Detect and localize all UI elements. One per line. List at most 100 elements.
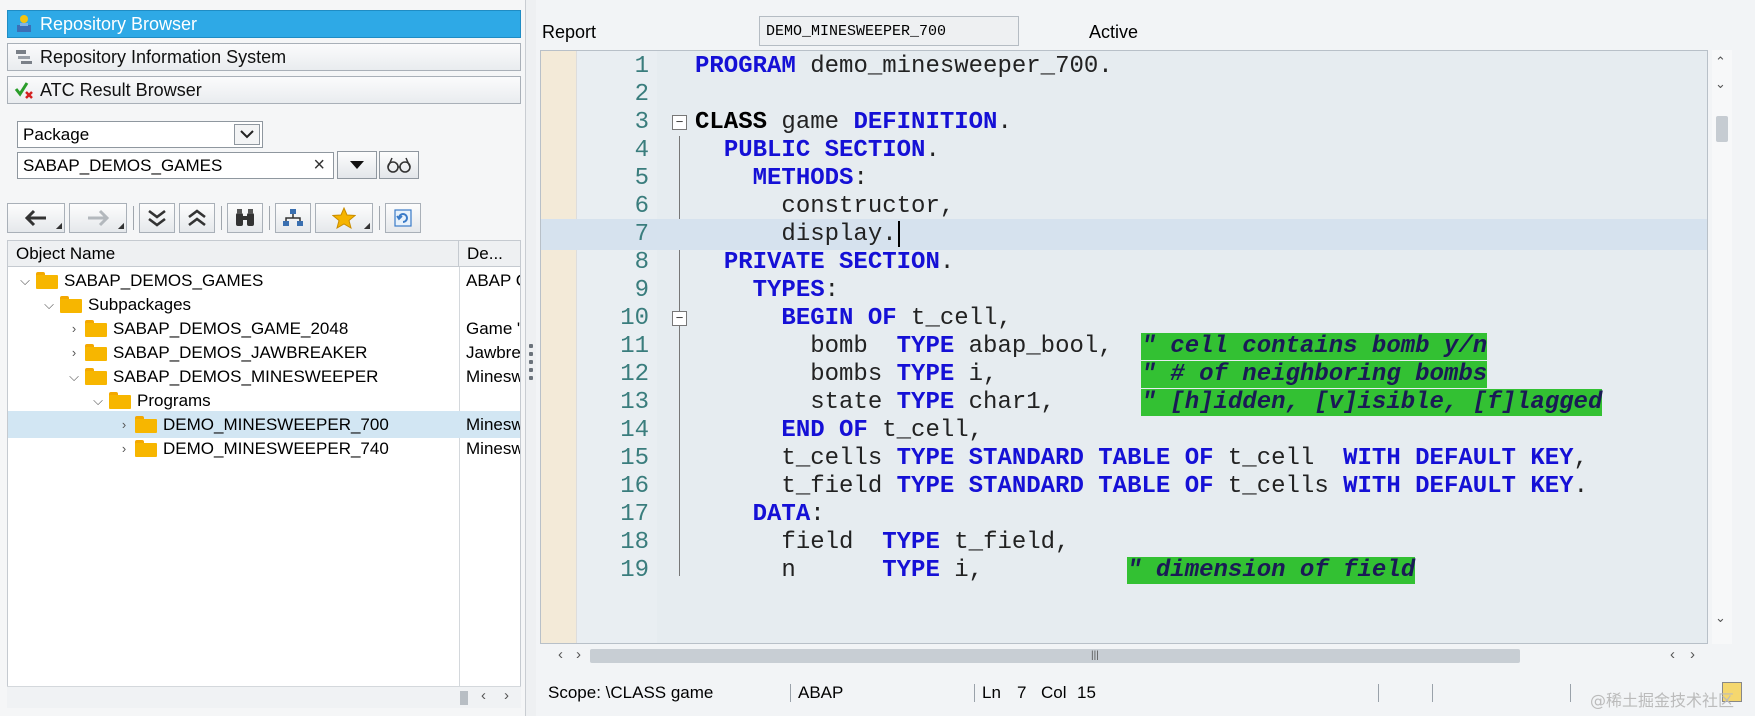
scroll-right-icon[interactable]: › — [576, 646, 581, 663]
atc-result-browser-button[interactable]: ATC Result Browser — [7, 76, 521, 104]
tree-row-selected[interactable]: › DEMO_MINESWEEPER_700 Minesw — [8, 411, 520, 438]
code-line[interactable]: 2 — [541, 79, 1707, 110]
scroll-right-end-icon[interactable]: › — [1690, 646, 1695, 663]
scroll-up-icon[interactable]: ⌃ — [1715, 54, 1726, 70]
favorites-button[interactable]: ◢ — [315, 203, 373, 233]
folder-open-icon — [109, 392, 131, 409]
object-type-value: Package — [23, 124, 90, 144]
tree-row[interactable]: ⌵ Subpackages — [8, 291, 520, 318]
object-header: Report DEMO_MINESWEEPER_700 Active — [536, 14, 1755, 50]
scroll-left-icon[interactable]: ‹ — [481, 687, 486, 704]
code-line[interactable]: 16 t_field TYPE STANDARD TABLE OF t_cell… — [541, 471, 1707, 502]
object-name-field[interactable]: DEMO_MINESWEEPER_700 — [759, 16, 1019, 46]
folder-icon — [135, 440, 157, 457]
scroll-right-icon[interactable]: › — [504, 687, 509, 704]
editor-status-bar: Scope: \CLASS game ABAP Ln 7 Col 15 — [536, 678, 1755, 708]
tree-row[interactable]: › SABAP_DEMOS_JAWBREAKER Jawbrea — [8, 339, 520, 366]
refresh-button[interactable] — [385, 203, 421, 233]
tree-row-label: SABAP_DEMOS_GAME_2048 — [113, 318, 349, 338]
code-line[interactable]: 11 bomb TYPE abap_bool, " cell contains … — [541, 331, 1707, 362]
code-line[interactable]: 5 METHODS: — [541, 163, 1707, 194]
chevron-right-icon[interactable]: › — [117, 417, 131, 432]
scroll-left-end-icon[interactable]: ‹ — [1670, 646, 1675, 663]
tree-row-description: ABAP G — [466, 270, 520, 290]
chevron-right-icon[interactable]: › — [117, 441, 131, 456]
code-editor[interactable]: 1 PROGRAM demo_minesweeper_700. 2 3 − CL… — [540, 50, 1708, 644]
scroll-bottom-down-icon[interactable]: ⌄ — [1715, 610, 1726, 626]
scroll-thumb[interactable] — [1716, 116, 1728, 142]
clear-icon[interactable]: × — [313, 154, 325, 177]
tree-row-description: Minesw — [466, 366, 520, 386]
repository-info-system-button[interactable]: Repository Information System — [7, 43, 521, 71]
code-line-current[interactable]: 7 display. — [541, 219, 1707, 251]
object-status: Active — [1089, 22, 1139, 42]
folder-icon — [85, 344, 107, 361]
editor-horizontal-scrollbar[interactable]: ‹ › ||| ‹ › — [540, 646, 1708, 666]
code-line[interactable]: 6 constructor, — [541, 191, 1707, 222]
code-line[interactable]: 9 TYPES: — [541, 275, 1707, 306]
folder-open-icon — [85, 368, 107, 385]
chevron-right-icon[interactable]: › — [67, 321, 81, 336]
code-line[interactable]: 4 PUBLIC SECTION. — [541, 135, 1707, 166]
find-button[interactable] — [227, 203, 263, 233]
object-type-dropdown[interactable]: Package — [17, 121, 263, 148]
chevron-down-icon[interactable]: ⌵ — [18, 273, 32, 289]
object-type-label: Report — [542, 22, 597, 42]
object-tree: ⌵ SABAP_DEMOS_GAMES ABAP G ⌵ Subpackages… — [7, 267, 521, 707]
code-line[interactable]: 12 bombs TYPE i, " # of neighboring bomb… — [541, 359, 1707, 390]
panel-splitter[interactable] — [526, 0, 536, 716]
atc-result-browser-label: ATC Result Browser — [40, 79, 202, 100]
display-button[interactable] — [379, 151, 419, 179]
back-button[interactable]: ◢ — [7, 203, 65, 233]
tree-row[interactable]: ⌵ SABAP_DEMOS_GAMES ABAP G — [8, 267, 520, 294]
hierarchy-button[interactable] — [275, 203, 311, 233]
tree-row-label: SABAP_DEMOS_JAWBREAKER — [113, 342, 368, 362]
binoculars-icon — [236, 209, 254, 226]
code-line[interactable]: 8 PRIVATE SECTION. — [541, 247, 1707, 278]
expand-all-button[interactable] — [139, 203, 175, 233]
collapse-all-button[interactable] — [179, 203, 215, 233]
column-header-description[interactable]: De... — [459, 241, 503, 266]
scroll-left-icon[interactable]: ‹ — [558, 646, 563, 663]
tree-row[interactable]: › DEMO_MINESWEEPER_740 Minesw — [8, 435, 520, 462]
tree-row-label: DEMO_MINESWEEPER_700 — [163, 414, 389, 434]
editor-vertical-scrollbar[interactable]: ⌃ ⌄ ⌄ — [1712, 50, 1732, 644]
navigation-panel: Repository Browser Repository Informatio… — [0, 0, 526, 716]
scroll-down-icon[interactable]: ⌄ — [1715, 76, 1726, 92]
code-line[interactable]: 15 t_cells TYPE STANDARD TABLE OF t_cell… — [541, 443, 1707, 474]
tree-row[interactable]: ⌵ SABAP_DEMOS_MINESWEEPER Minesw — [8, 363, 520, 390]
code-line[interactable]: 3 − CLASS game DEFINITION. — [541, 107, 1707, 138]
code-line[interactable]: 10 − BEGIN OF t_cell, — [541, 303, 1707, 334]
info-system-icon — [14, 47, 34, 67]
tree-row-label: SABAP_DEMOS_GAMES — [64, 270, 264, 290]
column-header-object-name[interactable]: Object Name — [8, 241, 459, 266]
chevron-down-icon[interactable]: ⌵ — [67, 369, 81, 385]
star-icon — [332, 207, 356, 229]
tree-horizontal-scrollbar[interactable]: ‹ › — [7, 686, 521, 708]
tree-header: Object Name De... — [7, 240, 521, 267]
chevron-right-icon[interactable]: › — [67, 345, 81, 360]
tree-row-description: Minesw — [466, 438, 520, 458]
fold-toggle-icon[interactable]: − — [672, 115, 687, 130]
repository-browser-button[interactable]: Repository Browser — [7, 10, 521, 38]
chevron-down-icon[interactable] — [234, 124, 260, 145]
package-name-input[interactable]: SABAP_DEMOS_GAMES × — [17, 152, 334, 179]
chevron-down-icon[interactable]: ⌵ — [42, 297, 56, 313]
repository-browser-label: Repository Browser — [40, 13, 198, 34]
code-line[interactable]: 17 DATA: — [541, 499, 1707, 530]
history-dropdown-button[interactable] — [337, 151, 377, 179]
tree-row[interactable]: ⌵ Programs — [8, 387, 520, 414]
code-line[interactable]: 14 END OF t_cell, — [541, 415, 1707, 446]
forward-button[interactable]: ◢ — [69, 203, 127, 233]
code-line[interactable]: 13 state TYPE char1, " [h]idden, [v]isib… — [541, 387, 1707, 418]
fold-toggle-icon[interactable]: − — [672, 311, 687, 326]
tree-row-label: Programs — [137, 390, 211, 410]
tree-row[interactable]: › SABAP_DEMOS_GAME_2048 Game " — [8, 315, 520, 342]
code-line[interactable]: 18 field TYPE t_field, — [541, 527, 1707, 558]
code-line[interactable]: 1 PROGRAM demo_minesweeper_700. — [541, 51, 1707, 82]
horizontal-scroll-thumb[interactable]: ||| — [590, 649, 1520, 663]
tree-row-label: Subpackages — [88, 294, 192, 314]
code-line[interactable]: 19 n TYPE i, " dimension of field — [541, 555, 1707, 586]
line-value: 7 — [1017, 683, 1027, 702]
chevron-down-icon[interactable]: ⌵ — [91, 393, 105, 409]
